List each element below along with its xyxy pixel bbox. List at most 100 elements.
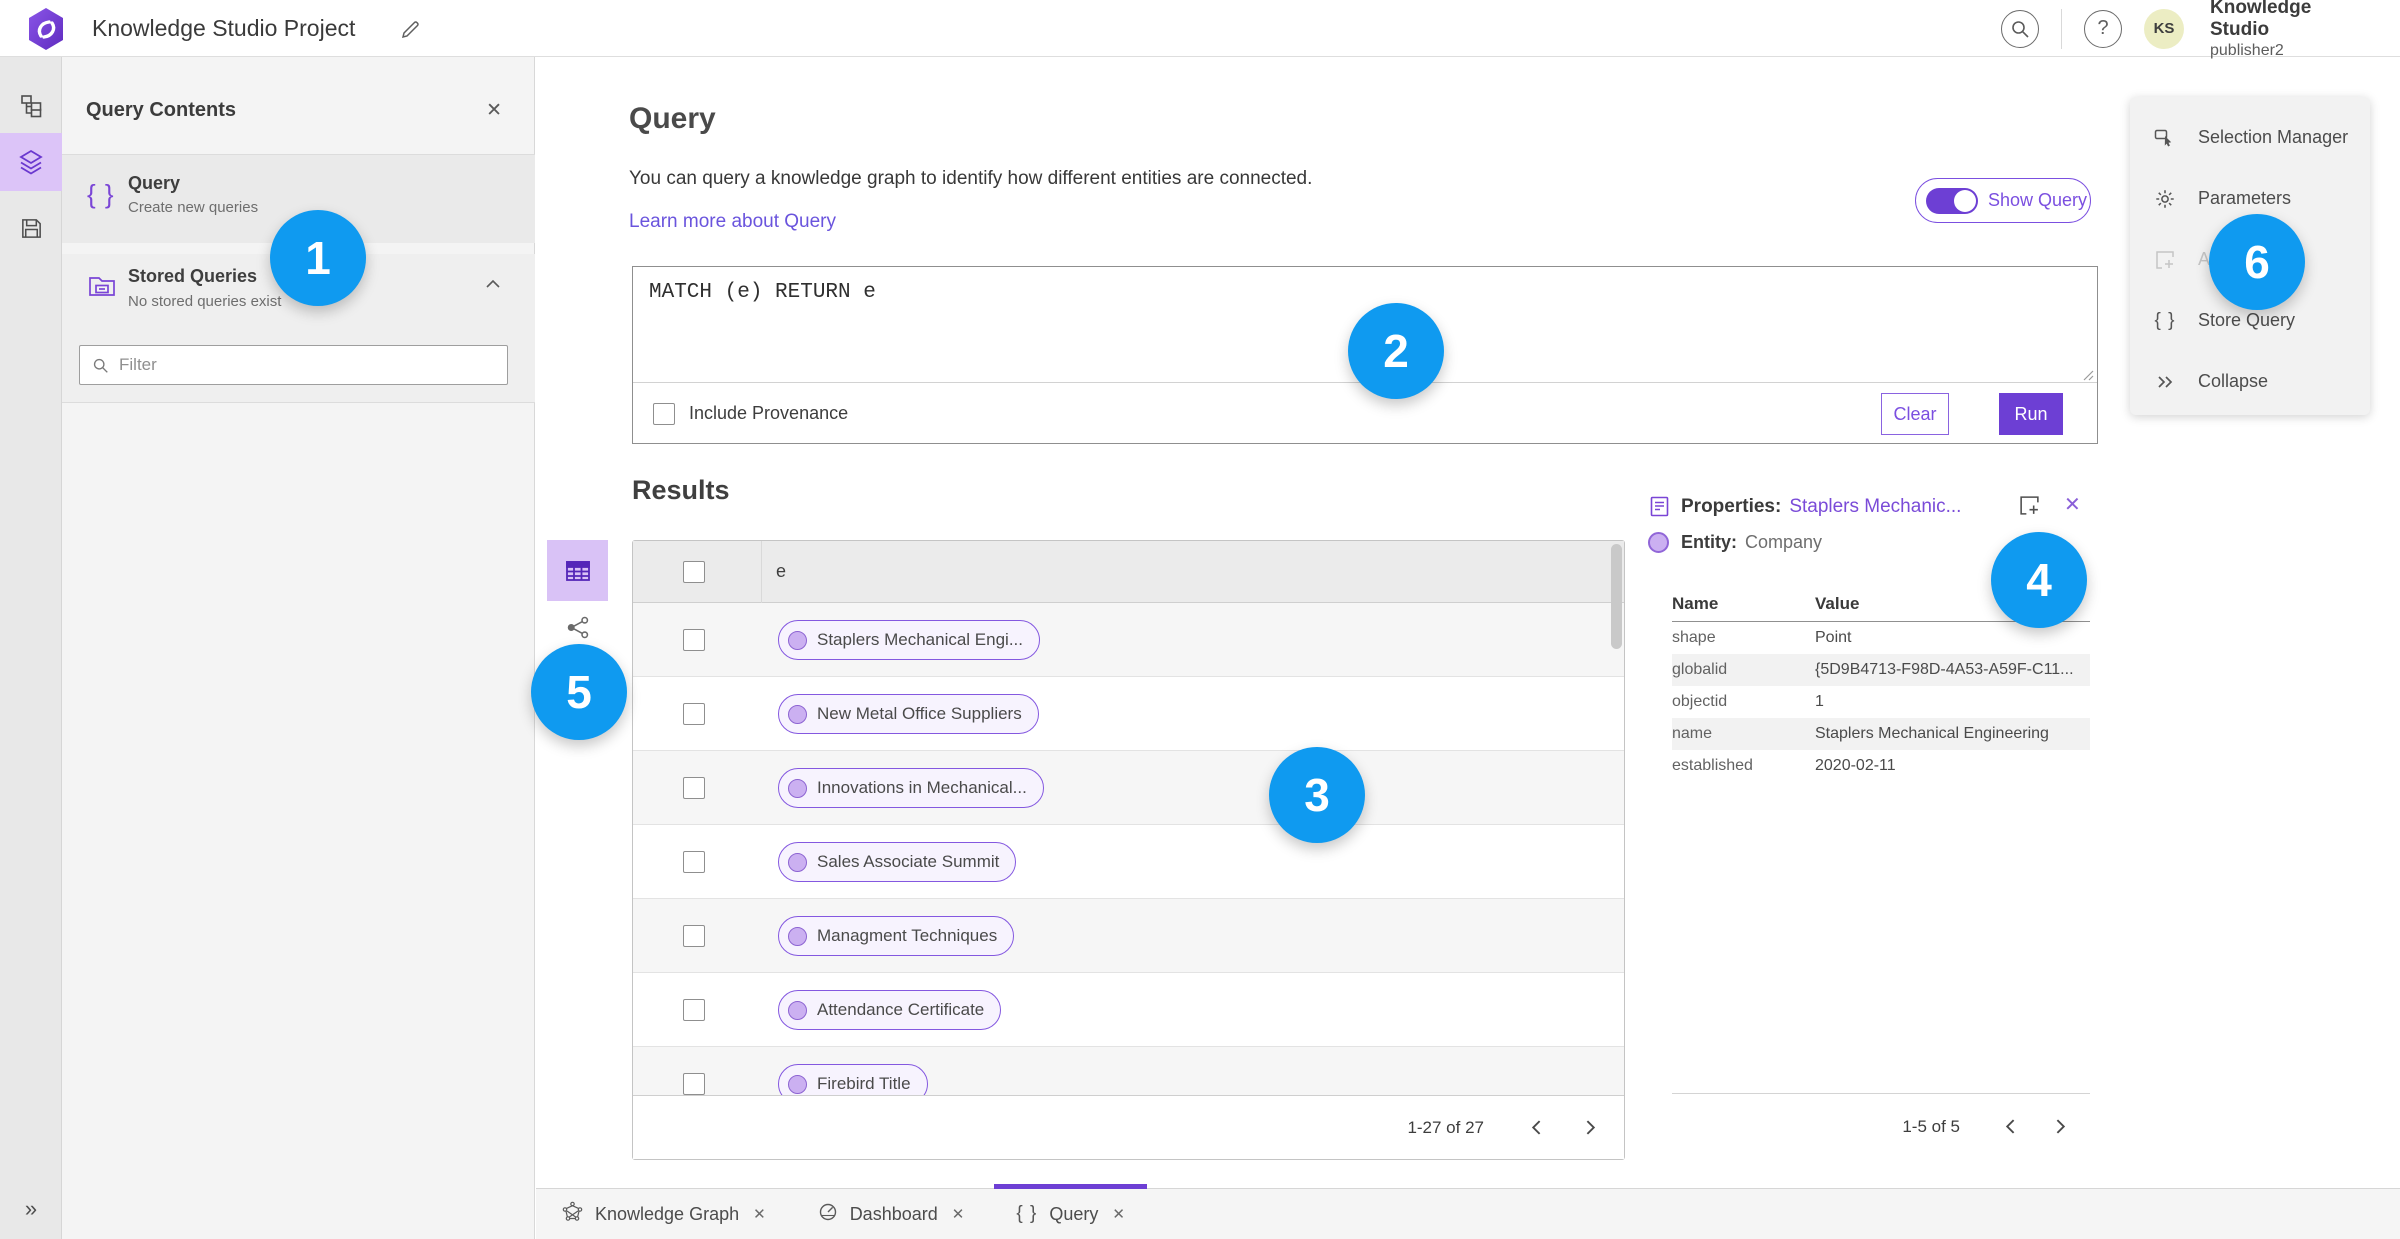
learn-more-link[interactable]: Learn more about Query — [629, 211, 836, 233]
panel-title: Query Contents — [86, 99, 237, 121]
edit-title-icon[interactable] — [396, 16, 424, 44]
annotation-circle-2: 2 — [1348, 303, 1444, 399]
rail-item-save[interactable] — [0, 199, 62, 257]
search-icon — [2012, 20, 2029, 38]
row-checkbox[interactable] — [683, 777, 705, 799]
close-tab-icon[interactable]: ✕ — [1112, 1205, 1125, 1223]
user-name: Knowledge Studio — [2210, 0, 2312, 40]
user-avatar[interactable]: KS — [2144, 8, 2184, 49]
annotation-circle-5: 5 — [531, 644, 627, 740]
close-tab-icon[interactable]: ✕ — [753, 1205, 766, 1223]
entity-name: Managment Techniques — [817, 926, 998, 945]
annotation-circle-1: 1 — [270, 210, 366, 306]
entity-dot-icon — [788, 926, 807, 946]
properties-entity-link[interactable]: Staplers Mechanic... — [1789, 496, 1961, 518]
search-button[interactable] — [2001, 9, 2039, 48]
braces-icon: { } — [2154, 309, 2176, 331]
user-menu[interactable]: Knowledge Studio publisher2 — [2210, 0, 2370, 60]
entity-pill[interactable]: Sales Associate Summit — [778, 842, 1017, 882]
table-row: Firebird Title — [633, 1047, 1624, 1095]
annotation-circle-6: 6 — [2209, 214, 2305, 310]
tool-item-label: Collapse — [2198, 371, 2269, 391]
close-tab-icon[interactable]: ✕ — [952, 1205, 965, 1223]
clear-button[interactable]: Clear — [1881, 393, 1949, 435]
tool-item-label: Selection Manager — [2198, 127, 2349, 147]
filter-field[interactable] — [79, 345, 508, 385]
close-properties-icon[interactable]: ✕ — [2064, 492, 2081, 517]
include-provenance-checkbox[interactable] — [653, 402, 675, 425]
property-name: name — [1672, 725, 1713, 742]
knowledge-studio-app: Knowledge Studio Project ? KS Knowledge … — [0, 0, 2400, 1239]
user-role: publisher2 — [2210, 42, 2284, 59]
row-checkbox[interactable] — [683, 925, 705, 947]
table-icon — [565, 560, 590, 581]
property-name: established — [1672, 757, 1753, 774]
entity-pill[interactable]: New Metal Office Suppliers — [778, 694, 1039, 734]
layers-icon — [19, 149, 43, 175]
run-button[interactable]: Run — [1999, 393, 2063, 435]
tab-label: Knowledge Graph — [595, 1203, 740, 1224]
app-logo-icon[interactable] — [26, 7, 66, 51]
property-name: objectid — [1672, 693, 1728, 710]
property-value: Staplers Mechanical Engineering — [1815, 725, 2049, 742]
table-view-button[interactable] — [547, 540, 608, 601]
table-header-row: e — [633, 541, 1624, 603]
entity-pill[interactable]: Firebird Title — [778, 1064, 928, 1095]
row-checkbox[interactable] — [683, 703, 705, 725]
entity-name: Innovations in Mechanical... — [817, 778, 1027, 797]
row-checkbox[interactable] — [683, 999, 705, 1021]
tab-dashboard[interactable]: Dashboard ✕ — [792, 1189, 991, 1239]
property-value: {5D9B4713-F98D-4A53-A59F-C11... — [1815, 661, 2074, 678]
next-page-icon[interactable] — [2042, 1110, 2076, 1144]
collapse-section-icon[interactable] — [485, 276, 501, 294]
property-value: Point — [1815, 629, 1852, 646]
project-title: Knowledge Studio Project — [92, 15, 356, 41]
annotation-circle-4: 4 — [1991, 532, 2087, 628]
search-icon — [93, 358, 108, 373]
row-checkbox[interactable] — [683, 1073, 705, 1095]
entity-dot-icon — [788, 1000, 807, 1020]
link-chart-view-button[interactable] — [563, 612, 593, 642]
help-icon: ? — [2097, 17, 2109, 39]
previous-page-icon[interactable] — [1994, 1110, 2028, 1144]
filter-input[interactable] — [119, 355, 459, 375]
select-all-checkbox[interactable] — [683, 561, 705, 583]
tab-knowledge-graph[interactable]: Knowledge Graph ✕ — [536, 1189, 792, 1239]
expand-rail-icon[interactable]: » — [0, 1191, 62, 1227]
data-model-icon — [21, 95, 42, 118]
tool-item-collapse[interactable]: Collapse — [2130, 351, 2370, 412]
bottom-tab-bar: Knowledge Graph ✕ Dashboard ✕ { } Query ✕ — [536, 1184, 2400, 1239]
app-header: Knowledge Studio Project ? KS Knowledge … — [0, 0, 2400, 60]
property-value: 2020-02-11 — [1815, 757, 1896, 774]
selection-manager-icon — [2152, 127, 2178, 149]
double-chevron-right-icon — [2152, 372, 2178, 392]
show-query-toggle[interactable]: Show Query — [1915, 178, 2091, 223]
rail-item-data-model[interactable] — [0, 77, 62, 135]
property-name: shape — [1672, 629, 1716, 646]
entity-pill[interactable]: Attendance Certificate — [778, 990, 1002, 1030]
entity-row: Entity: Company — [1648, 532, 1822, 553]
page-range-label: 1-5 of 5 — [1902, 1116, 1960, 1136]
next-page-icon[interactable] — [1572, 1111, 1606, 1145]
tool-item-selection-manager[interactable]: Selection Manager — [2130, 107, 2370, 168]
entity-pill[interactable]: Innovations in Mechanical... — [778, 768, 1044, 808]
panel-divider — [62, 402, 535, 403]
table-row: Innovations in Mechanical... — [633, 751, 1624, 825]
add-to-selection-icon[interactable] — [2018, 494, 2041, 522]
value-column-header: Value — [1815, 594, 1860, 613]
save-icon — [21, 218, 41, 238]
entity-pill[interactable]: Staplers Mechanical Engi... — [778, 620, 1040, 660]
entity-name: Sales Associate Summit — [817, 852, 1000, 871]
toggle-switch[interactable] — [1926, 187, 1978, 214]
row-checkbox[interactable] — [683, 629, 705, 651]
panel-close-icon[interactable]: ✕ — [486, 99, 502, 122]
entity-pill[interactable]: Managment Techniques — [778, 916, 1015, 956]
entity-dot-icon — [788, 630, 807, 650]
help-button[interactable]: ? — [2084, 9, 2122, 48]
row-checkbox[interactable] — [683, 851, 705, 873]
vertical-scrollbar[interactable] — [1611, 544, 1622, 649]
link-chart-icon — [567, 616, 588, 638]
tab-query[interactable]: { } Query ✕ — [990, 1184, 1151, 1239]
previous-page-icon[interactable] — [1520, 1111, 1554, 1145]
rail-item-layers[interactable] — [0, 133, 62, 191]
